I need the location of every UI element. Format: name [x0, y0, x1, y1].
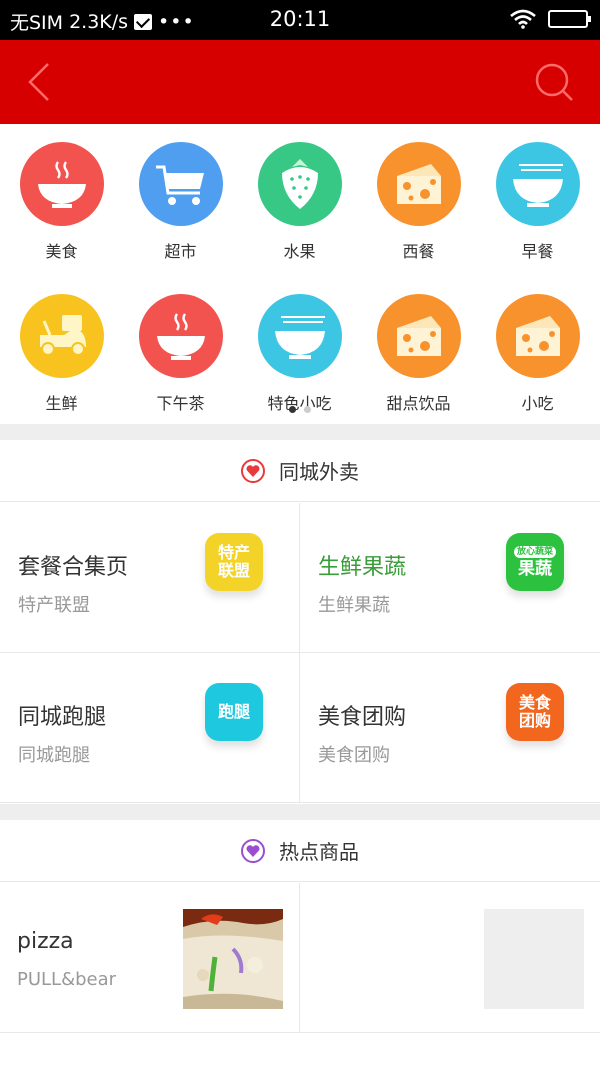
page-dot	[304, 406, 311, 413]
category-item[interactable]: 小吃	[478, 294, 597, 414]
category-item[interactable]: 美食	[2, 142, 121, 262]
category-label: 早餐	[521, 242, 554, 261]
wifi-icon	[510, 9, 536, 29]
scooter-icon	[19, 294, 104, 378]
cart-icon	[138, 142, 223, 226]
card-subtitle: 美食团购	[318, 745, 390, 766]
product-brand: PULL&bear	[17, 969, 117, 990]
section-title: 同城外卖	[279, 460, 359, 484]
card-badge-icon: 特产 联盟	[205, 533, 263, 591]
product-card[interactable]: pizza PULL&bear	[0, 883, 300, 1033]
category-item[interactable]: 生鲜	[2, 294, 121, 414]
product-photo-placeholder	[484, 909, 584, 1009]
search-button[interactable]	[532, 60, 576, 104]
badge-label: 果蔬	[518, 559, 552, 579]
category-item[interactable]: 早餐	[478, 142, 597, 262]
category-label: 水果	[283, 242, 316, 261]
category-label: 超市	[164, 242, 197, 261]
service-card[interactable]: 套餐合集页特产联盟 特产 联盟	[0, 503, 300, 653]
card-badge-icon: 美食 团购	[506, 683, 564, 741]
cheese-icon	[376, 294, 461, 378]
back-button[interactable]	[20, 60, 60, 104]
cheese-icon	[376, 142, 461, 226]
category-item[interactable]: 特色小吃	[240, 294, 359, 414]
heart-icon	[241, 458, 265, 483]
service-card[interactable]: 生鲜果蔬 生鲜果蔬 放心蔬菜 果蔬	[300, 503, 600, 653]
chevron-left-icon	[28, 63, 49, 101]
cheese-icon	[495, 294, 580, 378]
card-title: 同城跑腿	[18, 705, 107, 730]
category-grid: 美食 超市 水果 西餐 早餐生鲜 下午茶 特色小吃 甜点饮品 小吃	[0, 124, 600, 424]
top-app-bar	[0, 40, 600, 124]
card-title: 套餐合集页	[18, 555, 129, 580]
card-badge-icon: 放心蔬菜 果蔬	[506, 533, 564, 591]
bowl-icon	[138, 294, 223, 378]
product-card[interactable]	[300, 883, 600, 1033]
service-card-grid: 套餐合集页 特产联盟 特产 联盟 生鲜果蔬 生鲜果蔬 放心蔬菜 果蔬 同城跑腿 同城跑腿 跑腿 美食…	[0, 503, 600, 803]
category-item[interactable]: 超市	[121, 142, 240, 262]
strawberry-icon	[257, 142, 342, 226]
product-name: pizza	[17, 929, 74, 954]
category-label: 西餐	[402, 242, 435, 261]
product-grid: pizza PULL&bear	[0, 883, 600, 1033]
section-title: 热点商品	[279, 840, 359, 864]
card-subtitle: 同城跑腿	[18, 745, 90, 766]
card-title: 美食团购	[318, 705, 407, 730]
heart-icon	[241, 838, 265, 863]
service-card[interactable]: 美食团购 美食团购 美食 团购	[300, 653, 600, 803]
card-subtitle: 特产联盟	[18, 595, 90, 616]
page-dot-active	[289, 406, 296, 413]
card-title: 生鲜果蔬	[318, 555, 407, 580]
section-divider	[0, 424, 600, 440]
category-item[interactable]: 下午茶	[121, 294, 240, 414]
product-photo	[183, 909, 283, 1009]
card-badge-icon: 跑腿	[205, 683, 263, 741]
category-item[interactable]: 西餐	[359, 142, 478, 262]
battery-icon	[548, 10, 591, 28]
category-item[interactable]: 水果	[240, 142, 359, 262]
category-label: 美食	[45, 242, 78, 261]
page-indicator	[0, 406, 600, 413]
card-subtitle: 生鲜果蔬	[318, 595, 390, 616]
bowl-icon	[19, 142, 104, 226]
noodle-bowl-icon	[257, 294, 342, 378]
search-icon	[535, 63, 573, 101]
status-right	[510, 9, 591, 29]
noodle-bowl-icon	[495, 142, 580, 226]
section-header-delivery: 同城外卖	[0, 440, 600, 502]
section-header-hot: 热点商品	[0, 820, 600, 882]
status-bar: 无SIM 2.3K/s ••• 20:11	[0, 0, 600, 40]
category-item[interactable]: 甜点饮品	[359, 294, 478, 414]
badge-top-label: 放心蔬菜	[513, 546, 556, 558]
service-card[interactable]: 同城跑腿 同城跑腿 跑腿	[0, 653, 300, 803]
section-divider	[0, 804, 600, 820]
